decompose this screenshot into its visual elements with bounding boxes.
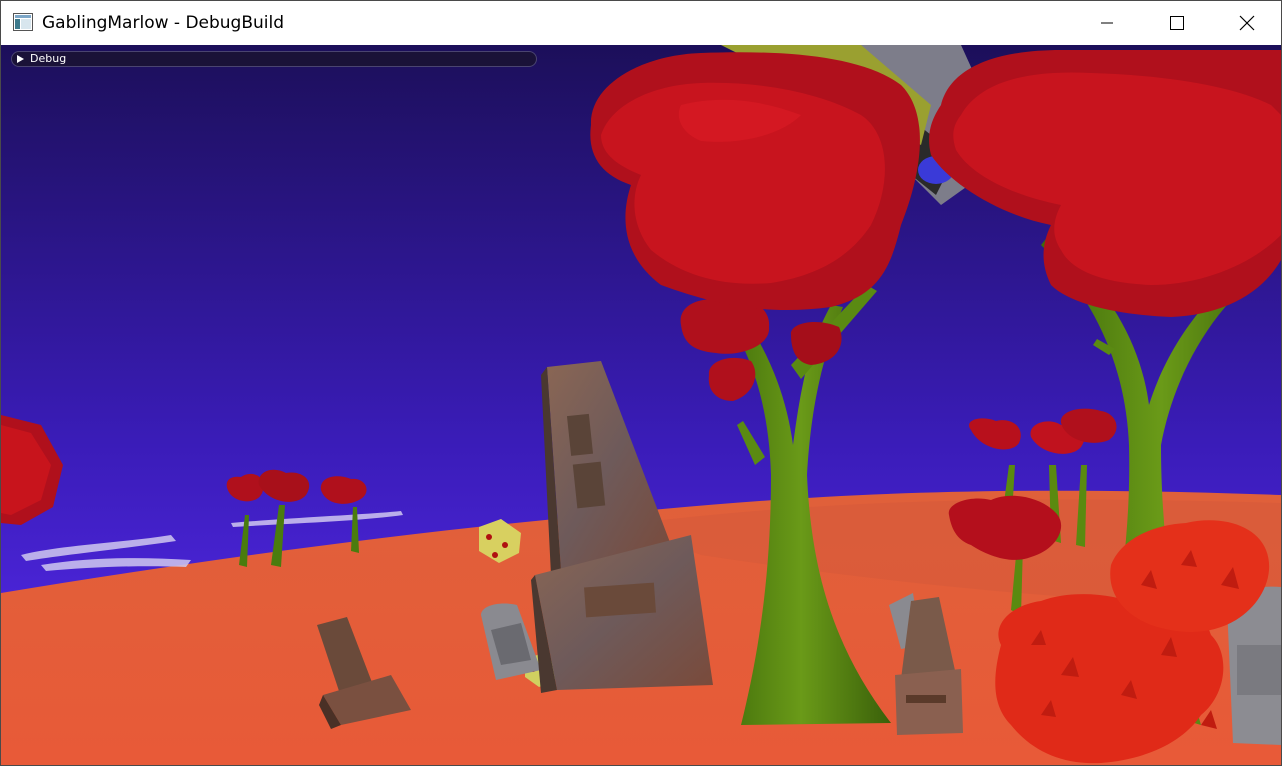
game-viewport[interactable]: Debug — [1, 45, 1281, 765]
close-icon — [1239, 15, 1255, 31]
minimize-button[interactable] — [1072, 1, 1142, 45]
close-button[interactable] — [1212, 1, 1282, 45]
debug-panel-label: Debug — [30, 52, 67, 65]
maximize-icon — [1170, 16, 1184, 30]
maximize-button[interactable] — [1142, 1, 1212, 45]
triangle-right-icon[interactable] — [17, 55, 24, 63]
window-title: GablingMarlow - DebugBuild — [42, 13, 285, 33]
minimize-icon — [1101, 22, 1113, 24]
game-scene — [1, 45, 1281, 765]
title-bar[interactable]: GablingMarlow - DebugBuild — [1, 1, 1281, 45]
debug-panel-header[interactable]: Debug — [11, 51, 537, 67]
app-window-icon — [13, 13, 33, 31]
app-window: GablingMarlow - DebugBuild Debug — [0, 0, 1282, 766]
